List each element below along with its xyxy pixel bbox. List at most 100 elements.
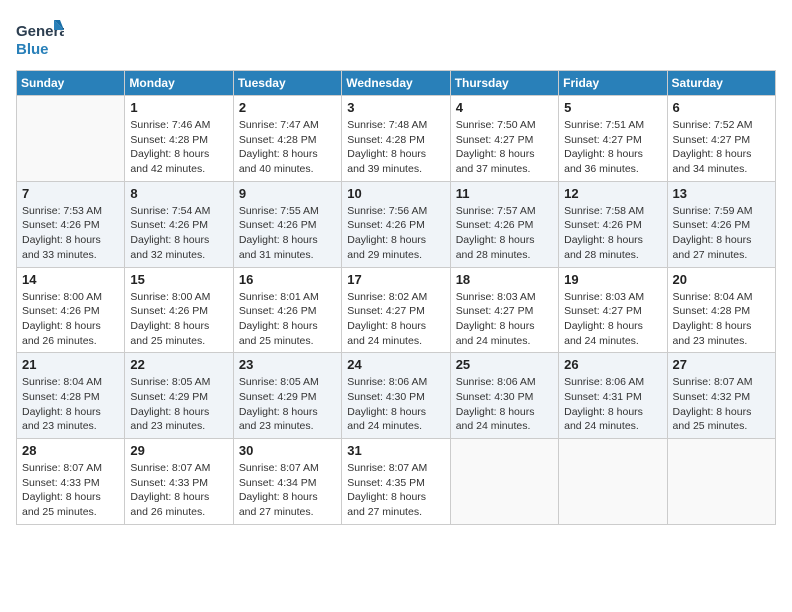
calendar-cell: 31Sunrise: 8:07 AMSunset: 4:35 PMDayligh… (342, 439, 450, 525)
svg-text:Blue: Blue (16, 41, 49, 58)
daylight-text: Daylight: 8 hours and 24 minutes. (347, 405, 444, 434)
sunrise-text: Sunrise: 8:06 AM (564, 375, 661, 390)
day-info: Sunrise: 8:07 AMSunset: 4:35 PMDaylight:… (347, 461, 444, 520)
sunrise-text: Sunrise: 8:00 AM (22, 290, 119, 305)
sunrise-text: Sunrise: 7:56 AM (347, 204, 444, 219)
day-info: Sunrise: 8:05 AMSunset: 4:29 PMDaylight:… (239, 375, 336, 434)
day-number: 16 (239, 272, 336, 287)
sunset-text: Sunset: 4:31 PM (564, 390, 661, 405)
day-number: 22 (130, 357, 227, 372)
day-number: 24 (347, 357, 444, 372)
sunrise-text: Sunrise: 8:01 AM (239, 290, 336, 305)
calendar-cell: 13Sunrise: 7:59 AMSunset: 4:26 PMDayligh… (667, 181, 775, 267)
day-info: Sunrise: 8:05 AMSunset: 4:29 PMDaylight:… (130, 375, 227, 434)
calendar-cell: 4Sunrise: 7:50 AMSunset: 4:27 PMDaylight… (450, 96, 558, 182)
daylight-text: Daylight: 8 hours and 28 minutes. (564, 233, 661, 262)
header-tuesday: Tuesday (233, 71, 341, 96)
daylight-text: Daylight: 8 hours and 23 minutes. (22, 405, 119, 434)
sunrise-text: Sunrise: 8:07 AM (239, 461, 336, 476)
sunset-text: Sunset: 4:34 PM (239, 476, 336, 491)
day-info: Sunrise: 8:03 AMSunset: 4:27 PMDaylight:… (456, 290, 553, 349)
sunrise-text: Sunrise: 8:04 AM (22, 375, 119, 390)
daylight-text: Daylight: 8 hours and 25 minutes. (22, 490, 119, 519)
sunrise-text: Sunrise: 7:48 AM (347, 118, 444, 133)
header-sunday: Sunday (17, 71, 125, 96)
day-info: Sunrise: 7:55 AMSunset: 4:26 PMDaylight:… (239, 204, 336, 263)
sunrise-text: Sunrise: 8:06 AM (347, 375, 444, 390)
day-info: Sunrise: 8:03 AMSunset: 4:27 PMDaylight:… (564, 290, 661, 349)
day-info: Sunrise: 7:56 AMSunset: 4:26 PMDaylight:… (347, 204, 444, 263)
daylight-text: Daylight: 8 hours and 24 minutes. (564, 319, 661, 348)
day-info: Sunrise: 8:02 AMSunset: 4:27 PMDaylight:… (347, 290, 444, 349)
sunrise-text: Sunrise: 8:05 AM (239, 375, 336, 390)
calendar-cell: 10Sunrise: 7:56 AMSunset: 4:26 PMDayligh… (342, 181, 450, 267)
calendar-cell: 16 Sunrise: 8:01 AMSunset: 4:26 PMDayligh… (233, 267, 341, 353)
calendar-cell: 8Sunrise: 7:54 AMSunset: 4:26 PMDaylight… (125, 181, 233, 267)
day-number: 2 (239, 100, 336, 115)
sunset-text: Sunset: 4:33 PM (130, 476, 227, 491)
sunrise-text: Sunrise: 7:47 AM (239, 118, 336, 133)
day-number: 13 (673, 186, 770, 201)
sunset-text: Sunset: 4:26 PM (239, 304, 336, 319)
sunset-text: Sunset: 4:27 PM (347, 304, 444, 319)
sunset-text: Sunset: 4:35 PM (347, 476, 444, 491)
sunrise-text: Sunrise: 7:57 AM (456, 204, 553, 219)
calendar-cell: 23 Sunrise: 8:05 AMSunset: 4:29 PMDayligh… (233, 353, 341, 439)
calendar-cell: 17 Sunrise: 8:02 AMSunset: 4:27 PMDayligh… (342, 267, 450, 353)
day-number: 17 (347, 272, 444, 287)
sunset-text: Sunset: 4:28 PM (673, 304, 770, 319)
day-info: Sunrise: 7:53 AMSunset: 4:26 PMDaylight:… (22, 204, 119, 263)
day-number: 19 (564, 272, 661, 287)
sunrise-text: Sunrise: 8:03 AM (456, 290, 553, 305)
day-info: Sunrise: 8:06 AMSunset: 4:30 PMDaylight:… (456, 375, 553, 434)
day-info: Sunrise: 8:07 AMSunset: 4:34 PMDaylight:… (239, 461, 336, 520)
daylight-text: Daylight: 8 hours and 23 minutes. (130, 405, 227, 434)
daylight-text: Daylight: 8 hours and 32 minutes. (130, 233, 227, 262)
day-number: 18 (456, 272, 553, 287)
sunrise-text: Sunrise: 8:00 AM (130, 290, 227, 305)
sunrise-text: Sunrise: 8:02 AM (347, 290, 444, 305)
sunrise-text: Sunrise: 8:07 AM (130, 461, 227, 476)
sunset-text: Sunset: 4:33 PM (22, 476, 119, 491)
day-info: Sunrise: 7:50 AMSunset: 4:27 PMDaylight:… (456, 118, 553, 177)
day-info: Sunrise: 8:00 AMSunset: 4:26 PMDaylight:… (130, 290, 227, 349)
calendar-cell (17, 96, 125, 182)
day-info: Sunrise: 8:01 AMSunset: 4:26 PMDaylight:… (239, 290, 336, 349)
sunrise-text: Sunrise: 7:54 AM (130, 204, 227, 219)
calendar-cell: 30Sunrise: 8:07 AMSunset: 4:34 PMDayligh… (233, 439, 341, 525)
day-info: Sunrise: 7:46 AMSunset: 4:28 PMDaylight:… (130, 118, 227, 177)
calendar-cell: 25Sunrise: 8:06 AMSunset: 4:30 PMDayligh… (450, 353, 558, 439)
day-number: 11 (456, 186, 553, 201)
daylight-text: Daylight: 8 hours and 42 minutes. (130, 147, 227, 176)
day-info: Sunrise: 7:48 AMSunset: 4:28 PMDaylight:… (347, 118, 444, 177)
day-number: 12 (564, 186, 661, 201)
daylight-text: Daylight: 8 hours and 23 minutes. (673, 319, 770, 348)
sunrise-text: Sunrise: 8:07 AM (673, 375, 770, 390)
sunset-text: Sunset: 4:26 PM (673, 218, 770, 233)
calendar-cell (559, 439, 667, 525)
sunset-text: Sunset: 4:26 PM (564, 218, 661, 233)
sunrise-text: Sunrise: 7:52 AM (673, 118, 770, 133)
sunset-text: Sunset: 4:26 PM (239, 218, 336, 233)
daylight-text: Daylight: 8 hours and 31 minutes. (239, 233, 336, 262)
day-info: Sunrise: 7:57 AMSunset: 4:26 PMDaylight:… (456, 204, 553, 263)
sunrise-text: Sunrise: 7:59 AM (673, 204, 770, 219)
daylight-text: Daylight: 8 hours and 36 minutes. (564, 147, 661, 176)
day-number: 26 (564, 357, 661, 372)
sunset-text: Sunset: 4:26 PM (130, 304, 227, 319)
sunset-text: Sunset: 4:28 PM (22, 390, 119, 405)
day-number: 29 (130, 443, 227, 458)
calendar-cell: 21Sunrise: 8:04 AMSunset: 4:28 PMDayligh… (17, 353, 125, 439)
sunrise-text: Sunrise: 7:53 AM (22, 204, 119, 219)
daylight-text: Daylight: 8 hours and 24 minutes. (347, 319, 444, 348)
calendar-cell: 15Sunrise: 8:00 AMSunset: 4:26 PMDayligh… (125, 267, 233, 353)
day-info: Sunrise: 7:47 AMSunset: 4:28 PMDaylight:… (239, 118, 336, 177)
calendar-cell: 1Sunrise: 7:46 AMSunset: 4:28 PMDaylight… (125, 96, 233, 182)
logo: GeneralBlue (16, 16, 64, 60)
sunrise-text: Sunrise: 7:46 AM (130, 118, 227, 133)
day-number: 20 (673, 272, 770, 287)
header-friday: Friday (559, 71, 667, 96)
day-number: 23 (239, 357, 336, 372)
sunrise-text: Sunrise: 7:51 AM (564, 118, 661, 133)
daylight-text: Daylight: 8 hours and 40 minutes. (239, 147, 336, 176)
